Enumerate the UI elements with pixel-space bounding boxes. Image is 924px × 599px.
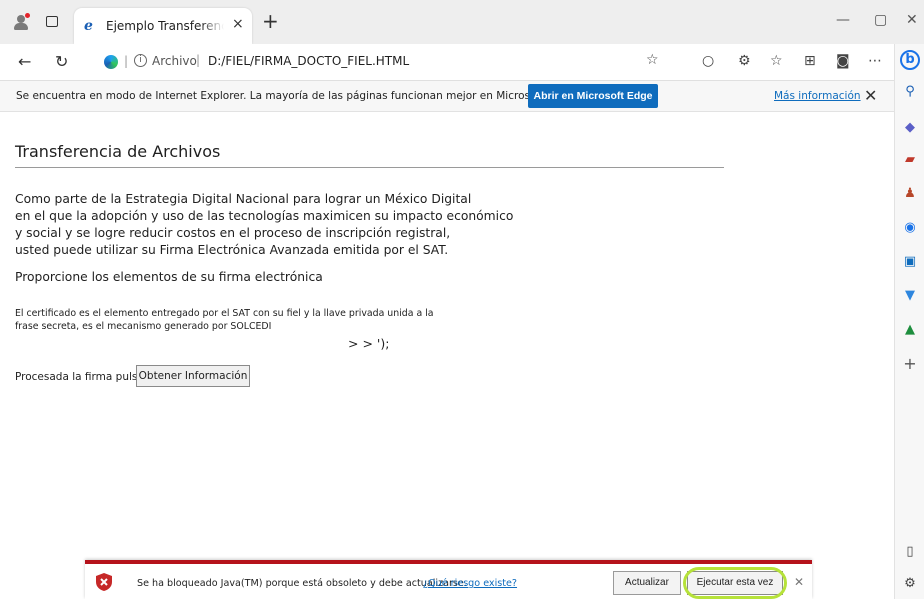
ie-mode-message: Se encuentra en modo de Internet Explore… [16, 90, 578, 102]
outlook-icon[interactable]: ▣ [902, 254, 918, 270]
settings-gear-icon[interactable]: ⚙ [902, 576, 918, 592]
what-risk-link[interactable]: ¿Qué riesgo existe? [423, 578, 517, 589]
briefcase-icon[interactable]: ▰ [902, 152, 918, 168]
favorites-icon[interactable]: ☆ [770, 53, 783, 69]
intro-line: y social y se logre reducir costos en el… [15, 226, 451, 240]
more-info-link[interactable]: Más información [774, 90, 861, 102]
tag-icon[interactable]: ◆ [902, 120, 918, 136]
refresh-button[interactable]: ↻ [55, 53, 68, 71]
title-bar: e Ejemplo Transferencia de Archivos × + … [0, 0, 924, 44]
open-in-edge-button[interactable]: Abrir en Microsoft Edge [528, 84, 658, 108]
address-separator: | [124, 54, 129, 68]
search-icon[interactable]: ⚲ [902, 84, 918, 100]
address-separator: | [196, 53, 201, 67]
ie-logo-icon: e [84, 18, 93, 34]
edge-icon [104, 55, 118, 69]
intro-line: en el que la adopción y uso de las tecno… [15, 209, 514, 223]
new-tab-button[interactable]: + [262, 11, 279, 31]
url-text[interactable]: D:/FIEL/FIRMA_DOCTO_FIEL.HTML [208, 54, 409, 68]
tab-title: Ejemplo Transferencia de Archivos [106, 19, 224, 33]
signature-subtitle: Proporcione los elementos de su firma el… [15, 270, 323, 284]
profile-icon[interactable] [14, 13, 30, 30]
java-blocked-notification: Se ha bloqueado Java(TM) porque está obs… [85, 560, 812, 599]
scheme-label: Archivo [152, 54, 197, 68]
update-button[interactable]: Actualizar [613, 571, 681, 595]
intro-paragraph: Como parte de la Estrategia Digital Naci… [15, 191, 513, 259]
stray-script-text: > > '); [348, 336, 390, 351]
process-label: Procesada la firma pulse: [15, 371, 148, 383]
page-title: Transferencia de Archivos [15, 142, 221, 161]
notification-close-icon[interactable]: ✕ [794, 575, 804, 589]
window-close-button[interactable]: ✕ [906, 12, 918, 28]
blocked-shield-icon [96, 573, 112, 591]
certificate-note: El certificado es el elemento entregado … [15, 307, 434, 333]
note-line: El certificado es el elemento entregado … [15, 308, 434, 319]
circle-icon[interactable]: ○ [702, 53, 714, 69]
intro-line: Como parte de la Estrategia Digital Naci… [15, 192, 472, 206]
tools-icon[interactable]: ▼ [902, 288, 918, 304]
bing-icon[interactable]: b [900, 50, 920, 70]
extensions-icon[interactable]: ⚙ [738, 53, 751, 69]
maximize-button[interactable]: ▢ [874, 12, 887, 28]
people-icon[interactable]: ♟ [902, 186, 918, 202]
java-blocked-message: Se ha bloqueado Java(TM) porque está obs… [137, 578, 467, 589]
back-button[interactable]: ← [18, 53, 31, 71]
navigation-bar: ← ↻ | i Archivo | D:/FIEL/FIRMA_DOCTO_FI… [0, 44, 894, 81]
tree-icon[interactable]: ▲ [902, 322, 918, 338]
run-once-button[interactable]: Ejecutar esta vez [687, 571, 783, 595]
edge-sidebar: b ⚲ ◆ ▰ ♟ ◉ ▣ ▼ ▲ + ▯ ⚙ [894, 44, 924, 599]
add-sidebar-item-button[interactable]: + [902, 356, 918, 372]
page-content: Transferencia de Archivos Como parte de … [0, 112, 894, 557]
address-bar[interactable]: | i Archivo | D:/FIEL/FIRMA_DOCTO_FIEL.H… [96, 48, 676, 76]
favorite-add-icon[interactable]: ☆ [646, 52, 659, 68]
more-icon[interactable]: ⋯ [868, 53, 882, 69]
intro-line: usted puede utilizar su Firma Electrónic… [15, 243, 449, 257]
title-divider [15, 167, 724, 168]
tab-ejemplo-transferencia[interactable]: e Ejemplo Transferencia de Archivos × [74, 8, 252, 44]
office-icon[interactable]: ◉ [902, 220, 918, 236]
collections-icon[interactable]: ⊞ [804, 53, 816, 69]
minimize-button[interactable]: — [836, 12, 850, 28]
tab-actions-icon[interactable] [46, 16, 58, 27]
tab-close-icon[interactable]: × [232, 16, 244, 32]
ie-mode-banner: Se encuentra en modo de Internet Explore… [0, 81, 894, 112]
ie-mode-icon[interactable]: ◙ [836, 53, 850, 69]
note-line: frase secreta, es el mecanismo generado … [15, 321, 272, 332]
sidebar-toggle-icon[interactable]: ▯ [902, 544, 918, 560]
get-info-button[interactable]: Obtener Información [136, 365, 250, 387]
info-icon[interactable]: i [134, 54, 147, 67]
banner-close-icon[interactable]: ✕ [864, 86, 877, 105]
